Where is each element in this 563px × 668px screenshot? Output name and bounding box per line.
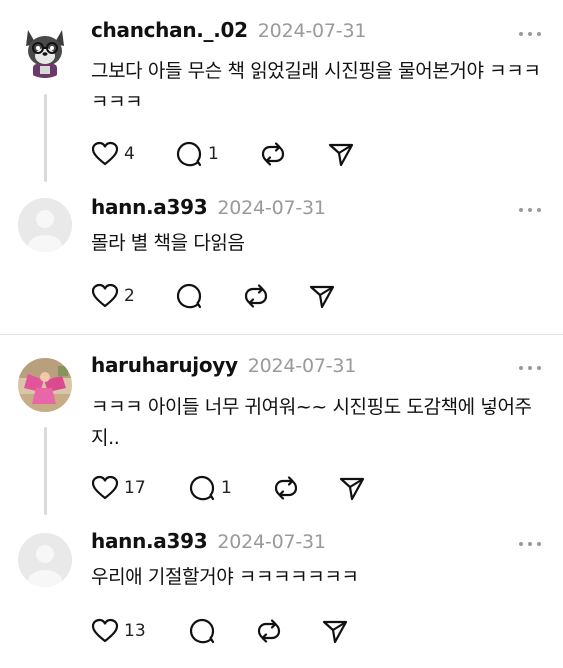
like-button[interactable]: 4 [91,139,135,169]
reply-button[interactable] [188,616,221,646]
thread-post: chanchan._.02 2024-07-31 그보다 아들 무슨 책 읽었길… [0,0,563,190]
thread-post: hann.a393 2024-07-31 몰라 별 책을 다읽음 2 [0,190,563,334]
reply-button[interactable] [175,281,208,311]
default-avatar-icon [18,198,72,252]
share-button[interactable] [338,473,366,503]
reply-button[interactable]: 1 [188,473,232,503]
thread-post: hann.a393 2024-07-31 우리애 기절할거야 ㅋㅋㅋㅋㅋㅋㅋ 1… [0,525,563,668]
send-icon [339,477,365,501]
repost-button[interactable] [255,616,283,646]
default-avatar-icon [18,533,72,587]
post-text: ㅋㅋㅋ 아이들 너무 귀여워~~ 시진핑도 도감책에 넣어주지.. [91,396,532,449]
more-dots-icon[interactable] [519,206,541,214]
speech-bubble-icon [189,475,215,501]
post-date: 2024-07-31 [217,197,326,219]
like-count: 13 [124,621,146,641]
repost-button[interactable] [259,139,287,169]
avatar[interactable] [18,533,72,587]
avatar[interactable] [18,24,72,78]
send-icon [322,620,348,644]
more-dots-icon[interactable] [519,364,541,372]
username[interactable]: hann.a393 [91,195,208,219]
post-text: 그보다 아들 무슨 책 읽었길래 시진핑을 물어본거야 ㅋㅋㅋㅋㅋㅋ [91,60,541,113]
heart-icon [91,283,119,308]
heart-icon [91,475,119,500]
repost-icon [274,476,298,500]
more-dots-icon[interactable] [519,30,541,38]
repost-button[interactable] [242,281,270,311]
thread-connector-line [44,94,47,182]
repost-icon [257,619,281,643]
reply-count: 1 [208,144,219,164]
post-text: 우리애 기절할거야 ㅋㅋㅋㅋㅋㅋㅋ [91,566,359,588]
share-button[interactable] [321,616,349,646]
like-button[interactable]: 17 [91,473,146,503]
share-button[interactable] [327,139,355,169]
post-text: 몰라 별 책을 다읽음 [91,232,245,254]
username[interactable]: chanchan._.02 [91,18,248,42]
like-count: 2 [124,286,135,306]
repost-icon [244,284,268,308]
username[interactable]: hann.a393 [91,529,208,553]
like-button[interactable]: 2 [91,281,135,311]
photo-avatar-icon [18,358,72,412]
send-icon [328,143,354,167]
speech-bubble-icon [176,141,202,167]
heart-icon [91,141,119,166]
post-header: hann.a393 2024-07-31 [91,529,326,559]
speech-bubble-icon [189,618,215,644]
post-date: 2024-07-31 [257,20,367,42]
repost-button[interactable] [272,473,300,503]
repost-icon [261,142,285,166]
more-dots-icon[interactable] [519,540,541,548]
like-count: 17 [124,478,146,498]
share-button[interactable] [308,281,336,311]
like-button[interactable]: 13 [91,616,146,646]
reply-count: 1 [221,478,232,498]
thread-connector-line [44,427,47,515]
avatar[interactable] [18,198,72,252]
avatar[interactable] [18,358,72,412]
thread-post: haruharujoyy 2024-07-31 ㅋㅋㅋ 아이들 너무 귀여워~~… [0,335,563,525]
send-icon [309,285,335,309]
post-header: chanchan._.02 2024-07-31 [91,18,366,48]
post-date: 2024-07-31 [217,531,326,553]
speech-bubble-icon [176,283,202,309]
like-count: 4 [124,144,135,164]
wolf-avatar-icon [18,24,72,78]
post-header: hann.a393 2024-07-31 [91,195,326,225]
post-header: haruharujoyy 2024-07-31 [91,353,356,383]
heart-icon [91,618,119,643]
reply-button[interactable]: 1 [175,139,219,169]
post-date: 2024-07-31 [247,355,357,377]
username[interactable]: haruharujoyy [91,353,238,377]
